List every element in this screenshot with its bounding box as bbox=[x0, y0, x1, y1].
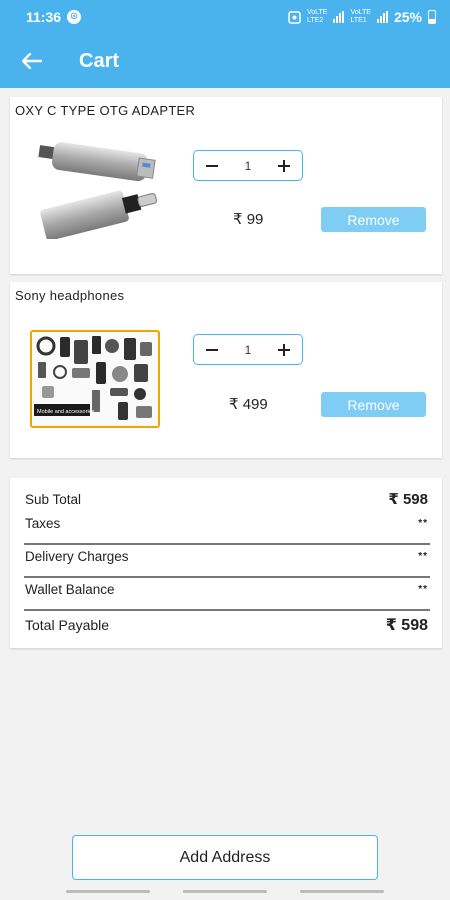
increase-quantity-button[interactable] bbox=[272, 154, 296, 178]
status-time: 11:36 bbox=[26, 9, 62, 25]
quantity-value: 1 bbox=[244, 342, 252, 357]
cart-item: Sony headphones Mobile and accessories 1… bbox=[10, 282, 442, 458]
status-right: VoLTE LTE2 VoLTE LTE1 25% bbox=[288, 9, 436, 25]
battery-percent: 25% bbox=[393, 9, 422, 25]
nav-hint bbox=[66, 890, 150, 893]
app-bar: Cart bbox=[0, 34, 450, 88]
cart-item: OXY C TYPE OTG ADAPTER 1 ₹ 99 Remove bbox=[10, 97, 442, 274]
decrease-quantity-button[interactable] bbox=[200, 338, 224, 362]
add-address-button[interactable]: Add Address bbox=[72, 835, 378, 880]
product-name: OXY C TYPE OTG ADAPTER bbox=[15, 103, 196, 118]
notification-icon: ⊙ bbox=[67, 10, 82, 24]
taxes-value: ** bbox=[418, 518, 428, 529]
page-title: Cart bbox=[79, 49, 120, 72]
delivery-row: Delivery Charges ** bbox=[25, 549, 428, 564]
minus-icon bbox=[206, 348, 218, 351]
total-label: Total Payable bbox=[25, 617, 110, 633]
signal-icon bbox=[376, 11, 388, 23]
sim2-tag: VoLTE LTE1 bbox=[350, 9, 371, 24]
minus-icon bbox=[206, 164, 218, 167]
nav-hint bbox=[183, 890, 267, 893]
signal-icon bbox=[333, 11, 345, 23]
quantity-value: 1 bbox=[244, 158, 252, 173]
image-caption: Mobile and accessories bbox=[37, 409, 95, 415]
mobile-accessories-image: Mobile and accessories bbox=[30, 330, 160, 428]
sub-total-row: Sub Total ₹ 598 bbox=[25, 490, 428, 508]
delivery-label: Delivery Charges bbox=[25, 549, 129, 564]
nav-hint bbox=[300, 890, 384, 893]
remove-button[interactable]: Remove bbox=[321, 207, 426, 232]
plus-icon bbox=[278, 343, 290, 356]
back-button[interactable] bbox=[15, 44, 49, 78]
total-row: Total Payable ₹ 598 bbox=[25, 615, 428, 635]
usb-adapter-image bbox=[30, 139, 165, 239]
taxes-label: Taxes bbox=[25, 516, 61, 531]
total-value: ₹ 598 bbox=[385, 617, 428, 634]
wallet-row: Wallet Balance ** bbox=[25, 582, 428, 597]
product-name: Sony headphones bbox=[15, 288, 125, 303]
divider bbox=[24, 609, 430, 611]
status-bar: 11:36 ⊙ VoLTE LTE2 VoLTE LTE1 25% bbox=[0, 0, 450, 34]
arrow-left-icon bbox=[22, 53, 42, 69]
taxes-row: Taxes ** bbox=[25, 516, 428, 531]
battery-icon bbox=[428, 10, 436, 24]
quantity-stepper: 1 bbox=[193, 334, 303, 365]
divider bbox=[24, 543, 430, 545]
alarm-icon bbox=[288, 10, 301, 24]
increase-quantity-button[interactable] bbox=[272, 338, 296, 362]
delivery-value: ** bbox=[418, 551, 428, 562]
sub-total-value: ₹ 598 bbox=[388, 491, 428, 508]
order-summary: Sub Total ₹ 598 Taxes ** Delivery Charge… bbox=[10, 478, 442, 648]
product-price: ₹ 499 bbox=[229, 396, 268, 413]
wallet-value: ** bbox=[418, 584, 428, 595]
product-price: ₹ 99 bbox=[233, 211, 264, 228]
quantity-stepper: 1 bbox=[193, 150, 303, 181]
sim1-tag: VoLTE LTE2 bbox=[306, 9, 328, 24]
plus-icon bbox=[278, 159, 290, 172]
status-left: 11:36 ⊙ bbox=[26, 9, 82, 25]
wallet-label: Wallet Balance bbox=[25, 582, 115, 597]
sub-total-label: Sub Total bbox=[25, 491, 82, 507]
remove-button[interactable]: Remove bbox=[321, 392, 426, 417]
decrease-quantity-button[interactable] bbox=[200, 154, 224, 178]
divider bbox=[24, 576, 430, 578]
